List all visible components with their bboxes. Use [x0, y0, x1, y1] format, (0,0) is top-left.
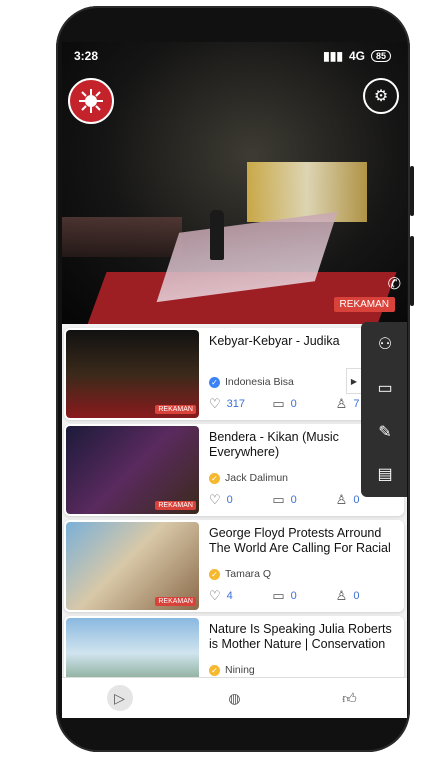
comments-count: 0	[290, 398, 297, 410]
channel-info[interactable]: ✓ Indonesia Bisa	[209, 376, 294, 388]
viewers-count: 7	[353, 398, 360, 410]
verified-icon: ✓	[209, 568, 220, 580]
volume-button	[410, 166, 414, 216]
video-card[interactable]: Nature Is Speaking Julia Roberts is Moth…	[64, 616, 404, 678]
video-card[interactable]: REKAMAN George Floyd Protests Arround Th…	[64, 520, 404, 612]
video-title[interactable]: George Floyd Protests Arround The World …	[209, 526, 404, 556]
user-icon[interactable]: ♙	[336, 588, 348, 604]
user-icon[interactable]: ♙	[336, 492, 348, 508]
channel-name: Jack Dalimun	[225, 472, 289, 484]
video-camera-icon[interactable]: ▭	[371, 374, 399, 402]
comments-count: 0	[290, 494, 297, 506]
comment-icon[interactable]: ▭	[272, 588, 284, 604]
comment-icon[interactable]: ▭	[272, 492, 284, 508]
heart-icon[interactable]: ♡	[209, 396, 221, 412]
channel-info[interactable]: ✓ Jack Dalimun	[209, 472, 288, 484]
battery-icon: 85	[370, 50, 391, 62]
app-screen: 3:28 ▮▮▮ 4G 85 ⚙ ✆ REKAMAN REKAMAN Kebya…	[62, 42, 407, 718]
channel-logo[interactable]	[68, 78, 114, 124]
play-icon[interactable]: ▷	[106, 685, 133, 711]
verified-icon: ✓	[209, 664, 220, 676]
recording-badge: REKAMAN	[155, 405, 196, 414]
heart-icon[interactable]: ♡	[209, 492, 221, 508]
viewers-count: 0	[353, 590, 360, 602]
group-icon[interactable]: ⚇	[371, 330, 399, 358]
chat-icon[interactable]: ▤	[371, 460, 399, 488]
performer	[210, 210, 224, 260]
channel-name: Nining	[225, 664, 255, 676]
video-title[interactable]: Nature Is Speaking Julia Roberts is Moth…	[209, 622, 404, 652]
viewers-count: 0	[353, 494, 360, 506]
channel-name: Tamara Q	[225, 568, 272, 580]
user-icon[interactable]: ♙	[336, 396, 348, 412]
bottom-navigation: ▷ ◍ 👍︎	[62, 677, 407, 718]
channel-info[interactable]: ✓ Tamara Q	[209, 568, 271, 580]
globe-icon[interactable]: ◍	[222, 685, 248, 711]
comments-count: 0	[290, 590, 297, 602]
channel-name: Indonesia Bisa	[225, 376, 294, 388]
recording-badge: REKAMAN	[155, 597, 196, 606]
video-card[interactable]: REKAMAN Bendera - Kikan (Music Everywher…	[64, 424, 404, 516]
power-button	[410, 236, 414, 306]
recording-badge: REKAMAN	[333, 297, 395, 312]
settings-button[interactable]: ⚙	[363, 78, 399, 114]
video-player[interactable]	[62, 42, 407, 324]
video-thumbnail[interactable]	[66, 618, 199, 678]
channel-info[interactable]: ✓ Nining	[209, 664, 255, 676]
signal-icon: ▮▮▮	[323, 49, 343, 63]
status-time: 3:28	[74, 49, 99, 63]
status-bar: 3:28 ▮▮▮ 4G 85	[62, 42, 407, 68]
video-thumbnail[interactable]: REKAMAN	[66, 522, 199, 610]
thumbs-up-icon[interactable]: 👍︎	[337, 685, 363, 711]
likes-count: 0	[226, 494, 233, 506]
verified-icon: ✓	[209, 376, 220, 388]
video-thumbnail[interactable]: REKAMAN	[66, 330, 199, 418]
likes-count: 4	[226, 590, 233, 602]
side-action-panel: ⚇ ▭ ✎ ▤	[361, 322, 407, 497]
recording-badge: REKAMAN	[155, 501, 196, 510]
pencil-icon[interactable]: ✎	[371, 418, 399, 446]
phone-call-icon[interactable]: ✆	[388, 274, 401, 294]
crowd	[62, 217, 182, 257]
video-stats: ♡ 4 ▭ 0 ♙ 0	[209, 588, 399, 604]
comment-icon[interactable]: ▭	[272, 396, 284, 412]
network-type: 4G	[348, 49, 365, 63]
panel-toggle-button[interactable]: ▶	[346, 368, 362, 394]
gear-icon: ⚙	[373, 88, 389, 105]
video-thumbnail[interactable]: REKAMAN	[66, 426, 199, 514]
heart-icon[interactable]: ♡	[209, 588, 221, 604]
verified-icon: ✓	[209, 472, 220, 484]
stage-screens	[247, 162, 367, 222]
likes-count: 317	[226, 398, 246, 410]
hands-logo-icon	[79, 89, 103, 113]
